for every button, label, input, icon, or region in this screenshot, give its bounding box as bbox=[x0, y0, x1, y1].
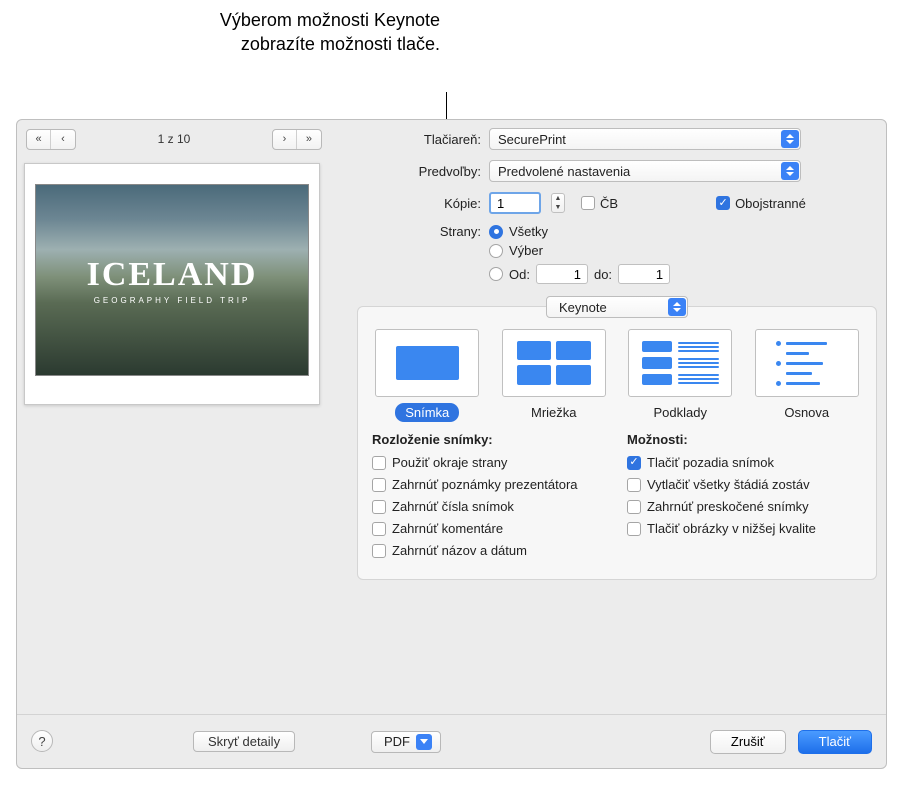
pdf-label: PDF bbox=[384, 734, 410, 749]
prev-page-button[interactable]: ‹ bbox=[51, 130, 75, 149]
include-name-date-label: Zahrnúť názov a dátum bbox=[392, 543, 527, 558]
pages-selection-label: Výber bbox=[509, 243, 543, 258]
slide-layout-column: Rozloženie snímky: Použiť okraje strany … bbox=[372, 432, 607, 565]
preview-nav-back-group: « ‹ bbox=[26, 129, 76, 150]
layout-handout-label: Podklady bbox=[644, 403, 717, 422]
include-notes-checkbox[interactable] bbox=[372, 478, 386, 492]
preview-thumbnail: ICELAND GEOGRAPHY FIELD TRIP bbox=[24, 163, 320, 405]
chevron-up-down-icon bbox=[781, 130, 799, 148]
dialog-bottom-bar: ? Skryť detaily PDF Zrušiť Tlačiť bbox=[17, 714, 886, 768]
preview-nav-fwd-group: › » bbox=[272, 129, 322, 150]
print-backgrounds-label: Tlačiť pozadia snímok bbox=[647, 455, 774, 470]
layout-handout-thumb bbox=[628, 329, 732, 397]
use-margins-checkbox[interactable] bbox=[372, 456, 386, 470]
pages-selection-radio[interactable] bbox=[489, 244, 503, 258]
printer-select[interactable]: SecurePrint bbox=[489, 128, 801, 150]
include-skipped-checkbox[interactable] bbox=[627, 500, 641, 514]
copies-stepper[interactable]: ▲▼ bbox=[551, 193, 565, 213]
pages-from-input[interactable] bbox=[536, 264, 588, 284]
include-skipped-label: Zahrnúť preskočené snímky bbox=[647, 499, 809, 514]
pages-label: Strany: bbox=[357, 224, 481, 239]
bw-label: ČB bbox=[600, 196, 618, 211]
callout-text: Výberom možnosti Keynote zobrazíte možno… bbox=[210, 8, 440, 57]
use-margins-label: Použiť okraje strany bbox=[392, 455, 507, 470]
layout-grid[interactable]: Mriežka bbox=[499, 329, 610, 422]
draft-images-label: Tlačiť obrázky v nižšej kvalite bbox=[647, 521, 816, 536]
layout-grid-thumb bbox=[502, 329, 606, 397]
cancel-button[interactable]: Zrušiť bbox=[710, 730, 786, 754]
keynote-options-panel: Snímka Mriežka Podklady bbox=[357, 306, 877, 580]
layout-outline-thumb bbox=[755, 329, 859, 397]
last-page-button[interactable]: » bbox=[297, 130, 321, 149]
print-options: Tlačiareň: SecurePrint Predvoľby: Predvo… bbox=[357, 128, 877, 580]
layout-slide[interactable]: Snímka bbox=[372, 329, 483, 422]
include-notes-label: Zahrnúť poznámky prezentátora bbox=[392, 477, 578, 492]
pages-to-input[interactable] bbox=[618, 264, 670, 284]
layout-outline-label: Osnova bbox=[774, 403, 839, 422]
printer-label: Tlačiareň: bbox=[357, 132, 481, 147]
print-backgrounds-checkbox[interactable] bbox=[627, 456, 641, 470]
app-options-select[interactable]: Keynote bbox=[546, 296, 688, 318]
printer-value: SecurePrint bbox=[498, 132, 566, 147]
two-sided-checkbox[interactable] bbox=[716, 196, 730, 210]
include-numbers-checkbox[interactable] bbox=[372, 500, 386, 514]
help-button[interactable]: ? bbox=[31, 730, 53, 752]
include-comments-checkbox[interactable] bbox=[372, 522, 386, 536]
draft-images-checkbox[interactable] bbox=[627, 522, 641, 536]
pages-all-radio[interactable] bbox=[489, 225, 503, 239]
print-builds-checkbox[interactable] bbox=[627, 478, 641, 492]
print-button[interactable]: Tlačiť bbox=[798, 730, 872, 754]
pages-all-label: Všetky bbox=[509, 224, 548, 239]
two-sided-label: Obojstranné bbox=[735, 196, 806, 211]
preview-slide: ICELAND GEOGRAPHY FIELD TRIP bbox=[35, 184, 309, 376]
preview-pane: « ‹ 1 z 10 › » ICELAND GEOGRAPHY FIELD T… bbox=[24, 125, 324, 709]
presets-label: Predvoľby: bbox=[357, 164, 481, 179]
bw-checkbox[interactable] bbox=[581, 196, 595, 210]
slide-title: ICELAND bbox=[87, 256, 258, 294]
include-comments-label: Zahrnúť komentáre bbox=[392, 521, 503, 536]
first-page-button[interactable]: « bbox=[27, 130, 51, 149]
pages-from-label: Od: bbox=[509, 267, 530, 282]
slide-layout-title: Rozloženie snímky: bbox=[372, 432, 607, 447]
presets-value: Predvolené nastavenia bbox=[498, 164, 630, 179]
print-options-column: Možnosti: Tlačiť pozadia snímok Vytlačiť… bbox=[627, 432, 862, 565]
page-indicator: 1 z 10 bbox=[158, 132, 191, 146]
two-sided-checkbox-row[interactable]: Obojstranné bbox=[716, 196, 806, 211]
copies-label: Kópie: bbox=[357, 196, 481, 211]
print-dialog: « ‹ 1 z 10 › » ICELAND GEOGRAPHY FIELD T… bbox=[16, 119, 887, 769]
copies-input[interactable] bbox=[489, 192, 541, 214]
preview-pager: « ‹ 1 z 10 › » bbox=[24, 125, 324, 153]
chevron-up-down-icon bbox=[781, 162, 799, 180]
include-numbers-label: Zahrnúť čísla snímok bbox=[392, 499, 514, 514]
bw-checkbox-row[interactable]: ČB bbox=[581, 196, 618, 211]
layout-slide-thumb bbox=[375, 329, 479, 397]
layout-outline[interactable]: Osnova bbox=[752, 329, 863, 422]
chevron-down-icon bbox=[416, 734, 432, 750]
pdf-menu-button[interactable]: PDF bbox=[371, 731, 441, 753]
pages-range-radio[interactable] bbox=[489, 267, 503, 281]
layout-handout[interactable]: Podklady bbox=[625, 329, 736, 422]
hide-details-button[interactable]: Skryť detaily bbox=[193, 731, 295, 752]
slide-subtitle: GEOGRAPHY FIELD TRIP bbox=[87, 296, 258, 305]
presets-select[interactable]: Predvolené nastavenia bbox=[489, 160, 801, 182]
layout-slide-label: Snímka bbox=[395, 403, 459, 422]
layout-grid-label: Mriežka bbox=[521, 403, 587, 422]
print-builds-label: Vytlačiť všetky štádiá zostáv bbox=[647, 477, 810, 492]
include-name-date-checkbox[interactable] bbox=[372, 544, 386, 558]
pages-to-label: do: bbox=[594, 267, 612, 282]
chevron-up-down-icon bbox=[668, 298, 686, 316]
app-options-value: Keynote bbox=[559, 300, 607, 315]
next-page-button[interactable]: › bbox=[273, 130, 297, 149]
print-options-title: Možnosti: bbox=[627, 432, 862, 447]
